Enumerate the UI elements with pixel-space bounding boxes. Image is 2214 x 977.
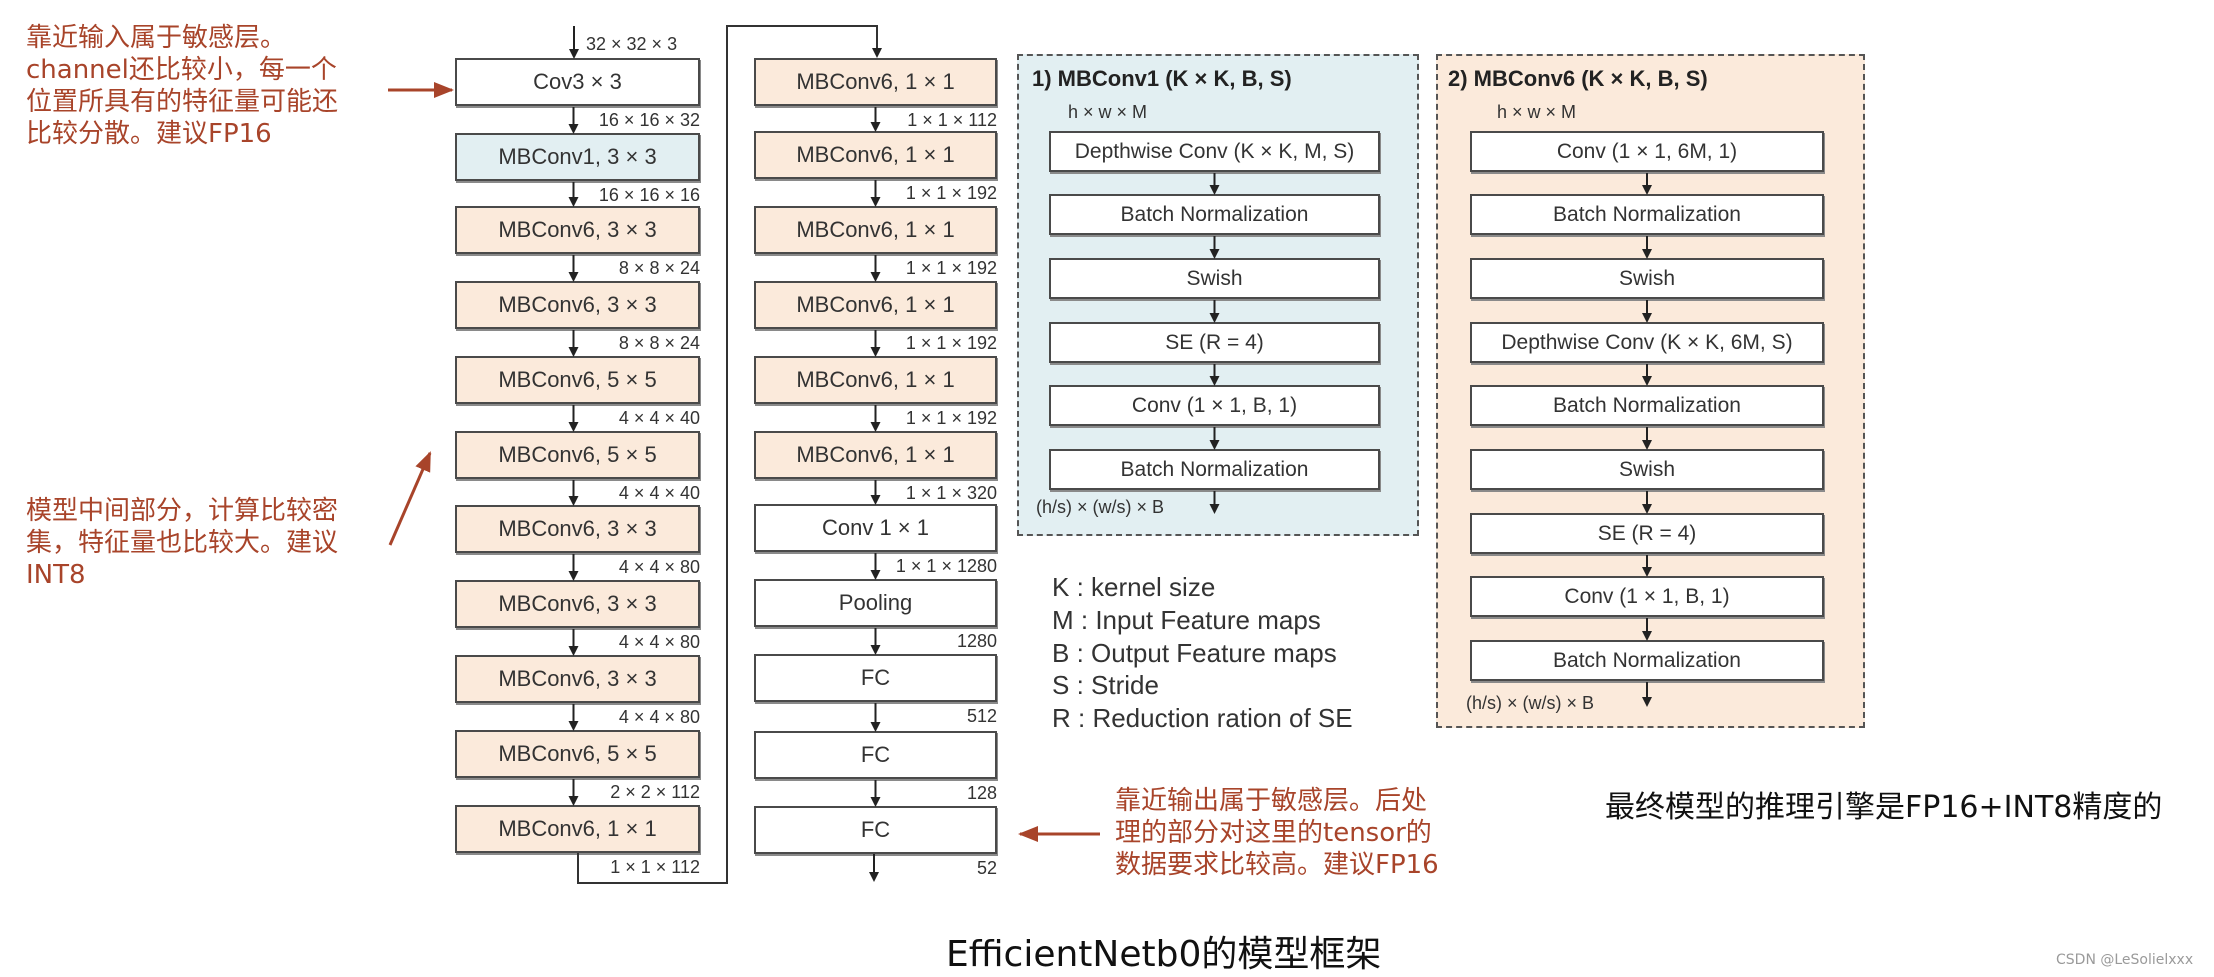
middle-block: MBConv6, 1 × 1 [754, 58, 997, 106]
mbconv6_panel-layer: Batch Normalization [1470, 640, 1824, 681]
left-out-dimension: 8 × 8 × 24 [618, 258, 700, 278]
left-block: MBConv6, 5 × 5 [455, 431, 700, 479]
left-out-dimension: 4 × 4 × 80 [618, 707, 700, 727]
middle-out-dimension: 1 × 1 × 192 [905, 333, 997, 353]
legend-item: M : Input Feature maps [1052, 605, 1321, 635]
legend-item: S : Stride [1052, 670, 1159, 700]
left-out-dimension: 1 × 1 × 112 [610, 857, 700, 877]
mbconv6_panel-layer: Swish [1470, 258, 1824, 299]
middle-out-dimension: 1 × 1 × 112 [907, 110, 997, 130]
mbconv6_panel-layer: Conv (1 × 1, B, 1) [1470, 576, 1824, 617]
middle-block: MBConv6, 1 × 1 [754, 356, 997, 404]
middle-block: MBConv6, 1 × 1 [754, 431, 997, 479]
middle-block: MBConv6, 1 × 1 [754, 281, 997, 329]
left-block: MBConv6, 1 × 1 [455, 805, 700, 853]
left-out-dimension: 16 × 16 × 32 [598, 110, 700, 130]
mbconv1_panel-layer: Swish [1049, 258, 1380, 299]
mbconv6_panel-layer: Batch Normalization [1470, 194, 1824, 235]
left-block: MBConv6, 3 × 3 [455, 505, 700, 553]
mbconv1_panel-layer: Depthwise Conv (K × K, M, S) [1049, 131, 1380, 172]
mbconv1-output: (h/s) × (w/s) × B [1036, 497, 1165, 517]
middle-block: Conv 1 × 1 [754, 504, 997, 552]
middle-out-dimension: 1 × 1 × 320 [905, 483, 997, 503]
middle-out-dimension: 1 × 1 × 192 [905, 258, 997, 278]
left-block: MBConv6, 5 × 5 [455, 356, 700, 404]
left-out-dimension: 4 × 4 × 80 [618, 557, 700, 577]
middle-block: FC [754, 654, 997, 702]
left-block: MBConv6, 3 × 3 [455, 655, 700, 703]
middle-block: FC [754, 806, 997, 854]
middle-out-dimension: 128 [966, 783, 997, 803]
mbconv1-title: 1) MBConv1 (K × K, B, S) [1032, 66, 1292, 91]
middle-out-dimension: 52 [976, 858, 997, 878]
left-block: MBConv6, 5 × 5 [455, 730, 700, 778]
left-block: MBConv6, 3 × 3 [455, 281, 700, 329]
conclusion-text: 最终模型的推理引擎是FP16+INT8精度的 [1605, 790, 2163, 825]
left-block: MBConv1, 3 × 3 [455, 133, 700, 181]
middle-block: Pooling [754, 579, 997, 627]
mbconv1_panel-layer: Conv (1 × 1, B, 1) [1049, 385, 1380, 426]
mbconv6_panel-layer: Depthwise Conv (K × K, 6M, S) [1470, 322, 1824, 363]
left-out-dimension: 16 × 16 × 16 [598, 185, 700, 205]
note-output-sensitive: 靠近输出属于敏感层。后处 理的部分对这里的tensor的 数据要求比较高。建议F… [1115, 786, 1439, 880]
watermark: CSDN @LeSolielxxx [2056, 952, 2194, 968]
input-dimension: 32 × 32 × 3 [586, 34, 678, 54]
middle-out-dimension: 1 × 1 × 192 [905, 183, 997, 203]
left-out-dimension: 2 × 2 × 112 [610, 782, 700, 802]
middle-block: MBConv6, 1 × 1 [754, 206, 997, 254]
mbconv1-input: h × w × M [1068, 102, 1148, 122]
middle-block: FC [754, 731, 997, 779]
left-block: Cov3 × 3 [455, 58, 700, 106]
middle-note-arrow [388, 451, 432, 546]
left-block: MBConv6, 3 × 3 [455, 580, 700, 628]
legend-item: K : kernel size [1052, 572, 1216, 602]
legend-item: B : Output Feature maps [1052, 638, 1337, 668]
note-input-sensitive: 靠近输入属于敏感层。 channel还比较小，每一个 位置所具有的特征量可能还 … [26, 23, 339, 149]
mbconv1_panel-layer: SE (R = 4) [1049, 322, 1380, 363]
middle-out-dimension: 1 × 1 × 192 [905, 408, 997, 428]
left-out-dimension: 8 × 8 × 24 [618, 333, 700, 353]
legend-item: R : Reduction ration of SE [1052, 703, 1353, 733]
left-out-dimension: 4 × 4 × 80 [618, 632, 700, 652]
middle-out-dimension: 1 × 1 × 1280 [895, 556, 997, 576]
mbconv1_panel-layer: Batch Normalization [1049, 194, 1380, 235]
mbconv6-input: h × w × M [1497, 102, 1577, 122]
figure-caption: EfficientNetb0的模型框架 [946, 934, 1382, 975]
mbconv6_panel-layer: Batch Normalization [1470, 385, 1824, 426]
mbconv1_panel-layer: Batch Normalization [1049, 449, 1380, 490]
middle-out-dimension: 1280 [956, 631, 997, 651]
middle-out-dimension: 512 [966, 706, 997, 726]
note-middle-part: 模型中间部分，计算比较密 集，特征量也比较大。建议 INT8 [26, 496, 339, 590]
mbconv6_panel-layer: Conv (1 × 1, 6M, 1) [1470, 131, 1824, 172]
mbconv6_panel-layer: Swish [1470, 449, 1824, 490]
middle-block: MBConv6, 1 × 1 [754, 131, 997, 179]
left-block: MBConv6, 3 × 3 [455, 206, 700, 254]
left-out-dimension: 4 × 4 × 40 [618, 483, 700, 503]
left-out-dimension: 4 × 4 × 40 [618, 408, 700, 428]
mbconv6_panel-layer: SE (R = 4) [1470, 513, 1824, 554]
mbconv6-output: (h/s) × (w/s) × B [1466, 693, 1595, 713]
mbconv6-title: 2) MBConv6 (K × K, B, S) [1448, 66, 1708, 91]
